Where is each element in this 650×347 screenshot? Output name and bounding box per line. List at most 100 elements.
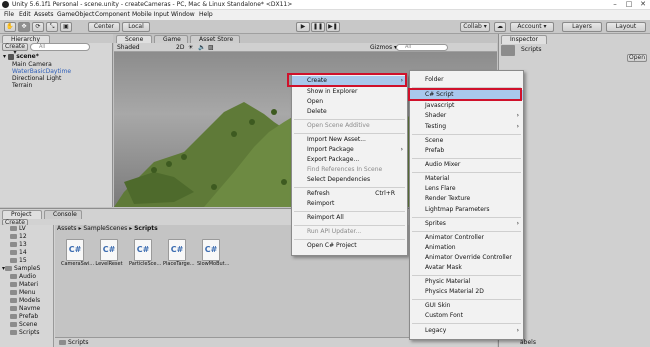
asset-item[interactable]: C# ParticleSce... [129, 239, 161, 267]
submenu-item-lightmap-parameters[interactable]: Lightmap Parameters [410, 205, 523, 215]
tree-item[interactable]: Scene [10, 321, 37, 328]
play-icon[interactable]: ▶ [296, 22, 310, 32]
step-icon[interactable]: ▶❚ [326, 22, 340, 32]
hierarchy-tab-label: Hierarchy [11, 36, 41, 43]
menu-window[interactable]: Window [171, 11, 195, 18]
hierarchy-create-button[interactable]: Create ▾ [2, 43, 28, 56]
csharp-file-icon: C# [66, 239, 84, 261]
tree-item[interactable]: 15 [10, 257, 27, 264]
menu-item-select-dependencies[interactable]: Select Dependencies [292, 175, 407, 185]
collab-button[interactable]: Collab ▾ [460, 22, 490, 32]
rotate-tool-icon[interactable]: ⟳ [32, 22, 44, 32]
submenu-item-physics-material-2d[interactable]: Physics Material 2D [410, 287, 523, 297]
menu-item-export-package[interactable]: Export Package... [292, 155, 407, 165]
breadcrumb-assets[interactable]: Assets [57, 225, 77, 232]
submenu-item-lens-flare[interactable]: Lens Flare [410, 184, 523, 194]
rect-tool-icon[interactable]: ▣ [60, 22, 72, 32]
submenu-item-audio-mixer[interactable]: Audio Mixer [410, 160, 523, 170]
audio-toggle-icon[interactable]: 🔈 [198, 44, 205, 51]
pivot-center-button[interactable]: Center [88, 22, 120, 32]
submenu-item-testing[interactable]: Testing › [410, 122, 523, 132]
submenu-item-render-texture[interactable]: Render Texture [410, 194, 523, 204]
pause-icon[interactable]: ❚❚ [311, 22, 325, 32]
menu-assets[interactable]: Assets [34, 11, 54, 18]
submenu-item-animator-controller[interactable]: Animator Controller [410, 233, 523, 243]
menu-item-reimport-all[interactable]: Reimport All [292, 213, 407, 223]
hierarchy-search-input[interactable]: All [30, 43, 90, 51]
tree-item[interactable]: 14 [10, 249, 27, 256]
asset-item[interactable]: C# SlowMoBut... [197, 239, 229, 267]
menu-item-import-new-asset[interactable]: Import New Asset... [292, 135, 407, 145]
scene-search-input[interactable]: All [396, 44, 448, 51]
menu-item-open-csharp-project[interactable]: Open C# Project [292, 241, 407, 251]
asset-item[interactable]: C# CameraSwi... [61, 239, 94, 267]
breadcrumb-samplescenes[interactable]: SampleScenes [83, 225, 127, 232]
submenu-item-prefab[interactable]: Prefab [410, 146, 523, 156]
menu-gameobject[interactable]: GameObject [57, 11, 94, 18]
tab-project[interactable]: Project [2, 210, 42, 219]
submenu-item-physic-material[interactable]: Physic Material [410, 277, 523, 287]
scale-tool-icon[interactable]: ⤡ [46, 22, 58, 32]
submenu-item-javascript[interactable]: Javascript [410, 101, 523, 111]
maximize-icon[interactable]: □ [622, 0, 636, 9]
tree-item[interactable]: Materi [10, 281, 38, 288]
menu-help[interactable]: Help [199, 11, 213, 18]
asset-item[interactable]: C# LevelReset [95, 239, 123, 267]
tab-inspector[interactable]: Inspector [501, 35, 547, 44]
close-icon[interactable]: ✕ [636, 0, 650, 9]
breadcrumb-scripts[interactable]: Scripts [134, 225, 158, 232]
submenu-item-gui-skin[interactable]: GUI Skin [410, 301, 523, 311]
minimize-icon[interactable]: – [608, 0, 622, 9]
effects-toggle-icon[interactable]: ▨ [208, 44, 214, 51]
account-button[interactable]: Account ▾ [510, 22, 554, 32]
layout-button[interactable]: Layout [606, 22, 646, 32]
hierarchy-item-light[interactable]: Directional Light [12, 75, 61, 82]
tree-item[interactable]: ▾ SampleS [2, 265, 40, 272]
submenu-item-shader[interactable]: Shader › [410, 111, 523, 121]
scene-root-row[interactable]: ▾ scene* [3, 53, 39, 60]
cloud-icon[interactable]: ☁ [494, 22, 506, 32]
tree-item[interactable]: 13 [10, 241, 27, 248]
tree-item[interactable]: Models [10, 297, 40, 304]
tree-item[interactable]: 12 [10, 233, 27, 240]
hierarchy-item-water[interactable]: WaterBasicDaytime [12, 68, 71, 75]
tab-console[interactable]: Console [44, 210, 82, 219]
menu-item-reimport[interactable]: Reimport [292, 199, 407, 209]
layers-button[interactable]: Layers [562, 22, 602, 32]
menu-item-import-package[interactable]: Import Package › [292, 145, 407, 155]
menu-component[interactable]: Component [95, 11, 130, 18]
menu-item-open[interactable]: Open [292, 97, 407, 107]
submenu-item-animation[interactable]: Animation [410, 243, 523, 253]
submenu-item-legacy[interactable]: Legacy › [410, 326, 523, 336]
submenu-item-folder[interactable]: Folder [410, 75, 523, 85]
tree-item[interactable]: Audio [10, 273, 36, 280]
lighting-toggle-icon[interactable]: ☀ [188, 44, 193, 51]
tree-item[interactable]: Prefab [10, 313, 38, 320]
tree-item-selected[interactable]: Scripts [10, 329, 40, 336]
submenu-item-animator-override[interactable]: Animator Override Controller [410, 253, 523, 263]
mode-2d-toggle[interactable]: 2D [176, 44, 184, 51]
menu-item-show-in-explorer[interactable]: Show in Explorer [292, 87, 407, 97]
pivot-local-button[interactable]: Local [122, 22, 150, 32]
menu-mobile-input[interactable]: Mobile Input [132, 11, 169, 18]
hierarchy-item-main-camera[interactable]: Main Camera [12, 61, 52, 68]
submenu-item-sprites[interactable]: Sprites › [410, 219, 523, 229]
gizmos-dropdown[interactable]: Gizmos ▾ [370, 44, 397, 51]
hierarchy-item-terrain[interactable]: Terrain [12, 82, 32, 89]
shading-dropdown[interactable]: Shaded [117, 44, 140, 51]
inspector-open-button[interactable]: Open [627, 54, 647, 62]
menu-item-refresh[interactable]: Refresh Ctrl+R [292, 189, 407, 199]
submenu-item-avatar-mask[interactable]: Avatar Mask [410, 263, 523, 273]
move-tool-icon[interactable]: ✥ [18, 22, 30, 32]
asset-item[interactable]: C# PlaceTarge... [163, 239, 195, 267]
menu-item-delete[interactable]: Delete [292, 107, 407, 117]
tree-item[interactable]: Navme [10, 305, 40, 312]
submenu-item-material[interactable]: Material [410, 174, 523, 184]
submenu-item-scene[interactable]: Scene [410, 136, 523, 146]
tree-item[interactable]: LV [10, 225, 26, 232]
menu-edit[interactable]: Edit [19, 11, 31, 18]
tree-item[interactable]: Menu [10, 289, 35, 296]
submenu-item-custom-font[interactable]: Custom Font [410, 311, 523, 321]
menu-file[interactable]: File [4, 11, 14, 18]
hand-tool-icon[interactable]: ✋ [4, 22, 16, 32]
